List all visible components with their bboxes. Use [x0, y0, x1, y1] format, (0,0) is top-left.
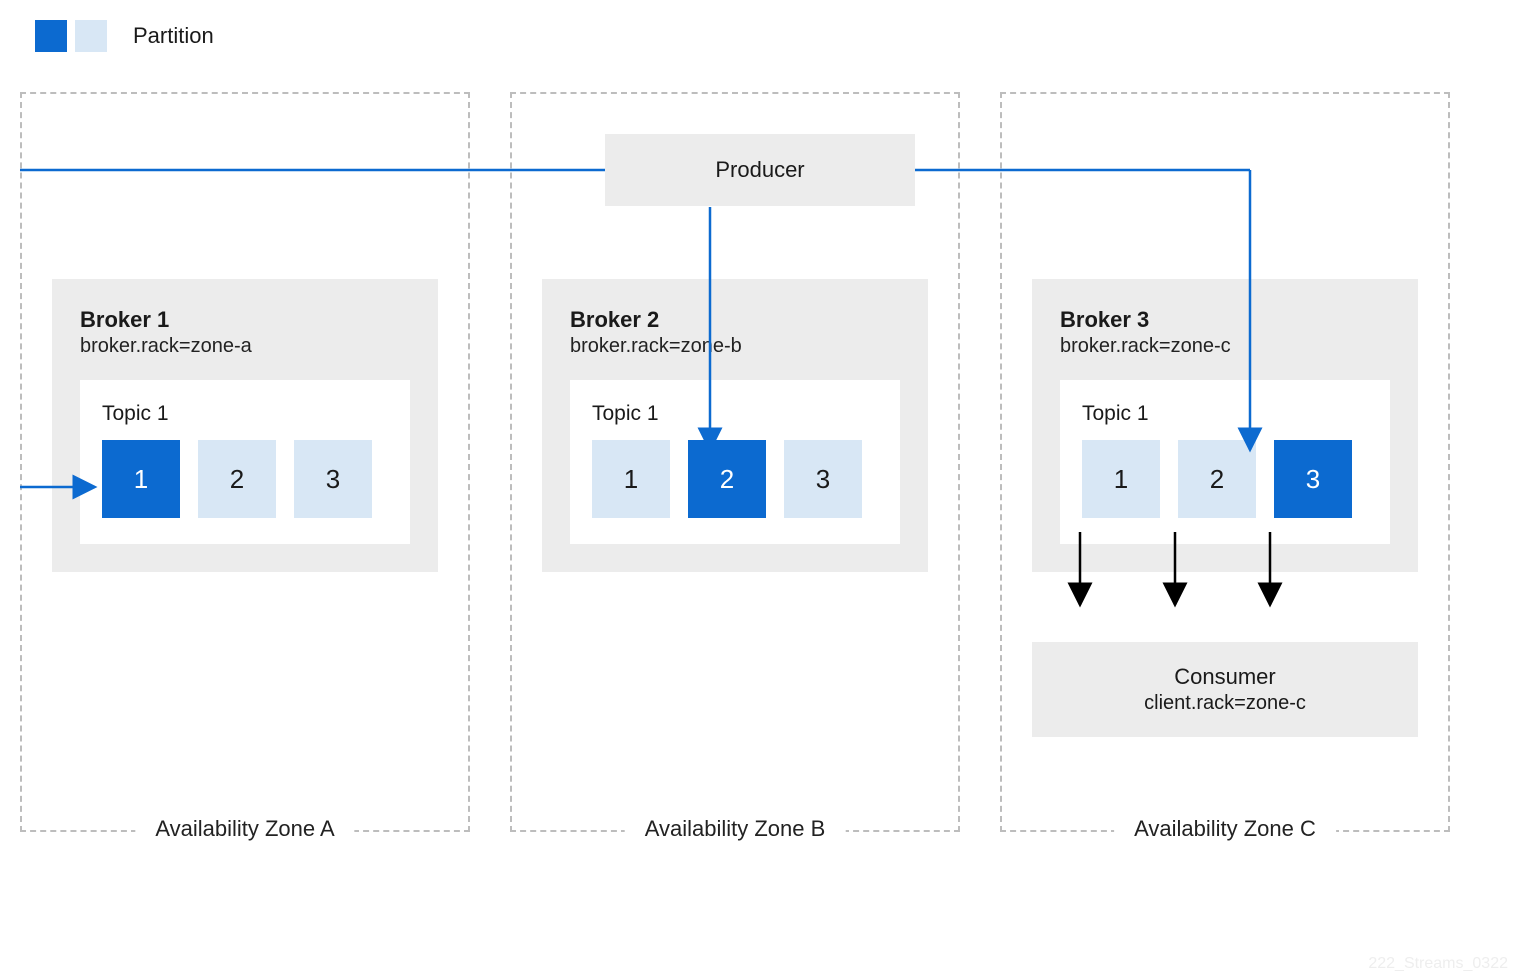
- zone-label: Availability Zone B: [625, 816, 846, 842]
- broker-rack: broker.rack=zone-c: [1060, 335, 1390, 358]
- partition-2: 2: [198, 440, 276, 518]
- watermark: 222_Streams_0322: [1368, 955, 1508, 973]
- zone-label: Availability Zone C: [1114, 816, 1336, 842]
- legend-replica-swatch: [75, 20, 107, 52]
- broker-3: Broker 3 broker.rack=zone-c Topic 1 1 2 …: [1032, 279, 1418, 572]
- topic-box: Topic 1 1 2 3: [80, 380, 410, 544]
- producer-box: Producer: [605, 134, 915, 206]
- consumer-rack: client.rack=zone-c: [1054, 692, 1396, 715]
- zone-c: Broker 3 broker.rack=zone-c Topic 1 1 2 …: [1000, 92, 1450, 832]
- broker-rack: broker.rack=zone-a: [80, 335, 410, 358]
- zone-a: Broker 1 broker.rack=zone-a Topic 1 1 2 …: [20, 92, 470, 832]
- broker-1: Broker 1 broker.rack=zone-a Topic 1 1 2 …: [52, 279, 438, 572]
- consumer-title: Consumer: [1054, 664, 1396, 690]
- topic-title: Topic 1: [102, 402, 388, 426]
- topic-box: Topic 1 1 2 3: [1060, 380, 1390, 544]
- partition-1: 1: [592, 440, 670, 518]
- partition-3: 3: [1274, 440, 1352, 518]
- legend-leader-swatch: [35, 20, 67, 52]
- partition-2: 2: [1178, 440, 1256, 518]
- broker-title: Broker 3: [1060, 307, 1390, 333]
- broker-title: Broker 2: [570, 307, 900, 333]
- topic-title: Topic 1: [1082, 402, 1368, 426]
- partition-1: 1: [102, 440, 180, 518]
- broker-2: Broker 2 broker.rack=zone-b Topic 1 1 2 …: [542, 279, 928, 572]
- consumer-box: Consumer client.rack=zone-c: [1032, 642, 1418, 737]
- zone-label: Availability Zone A: [135, 816, 354, 842]
- topic-title: Topic 1: [592, 402, 878, 426]
- partition-2: 2: [688, 440, 766, 518]
- legend: Partition: [35, 20, 1500, 52]
- partition-3: 3: [294, 440, 372, 518]
- broker-rack: broker.rack=zone-b: [570, 335, 900, 358]
- partitions: 1 2 3: [1082, 440, 1368, 518]
- zones-row: Producer Broker 1 broker.rack=zone-a Top…: [20, 92, 1500, 832]
- producer-label: Producer: [715, 157, 804, 183]
- topic-box: Topic 1 1 2 3: [570, 380, 900, 544]
- partitions: 1 2 3: [592, 440, 878, 518]
- partition-1: 1: [1082, 440, 1160, 518]
- partition-3: 3: [784, 440, 862, 518]
- partitions: 1 2 3: [102, 440, 388, 518]
- broker-title: Broker 1: [80, 307, 410, 333]
- legend-label: Partition: [133, 23, 214, 49]
